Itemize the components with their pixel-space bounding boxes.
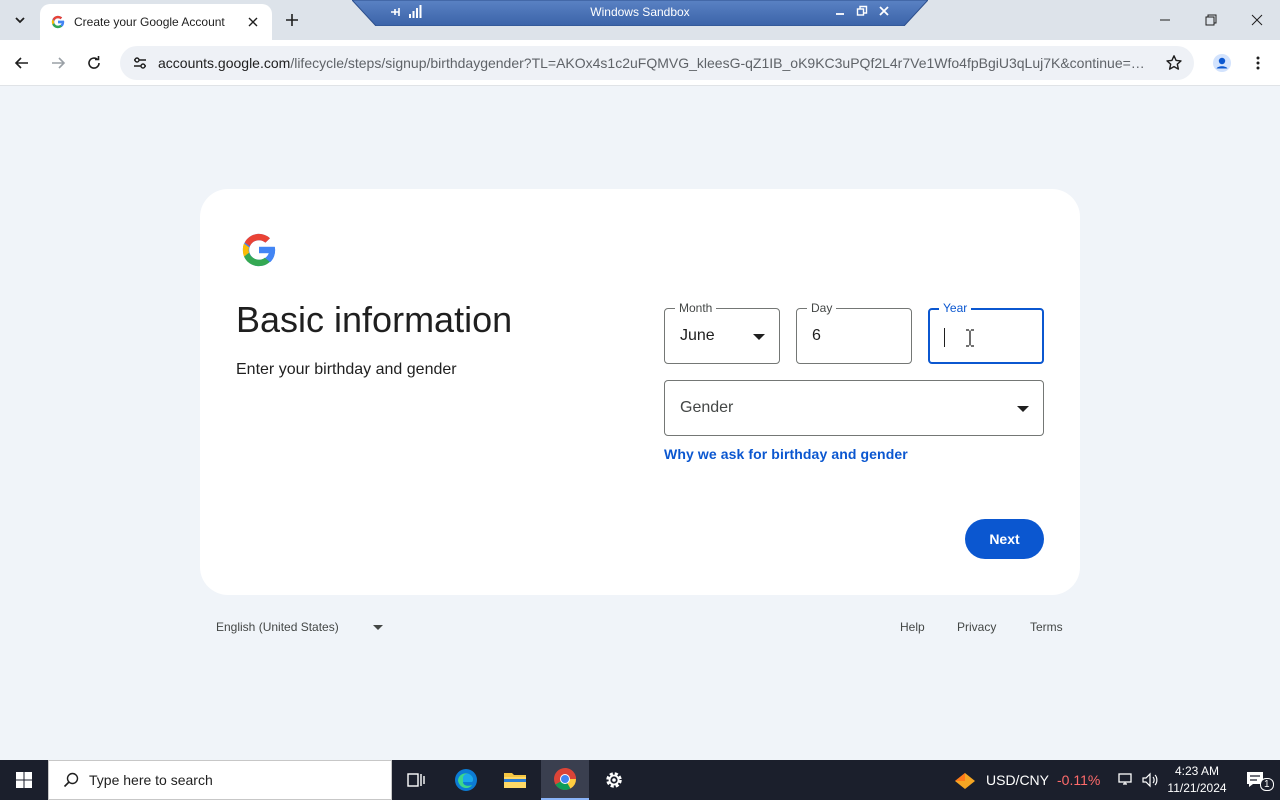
dropdown-arrow-icon [1017, 406, 1029, 412]
tab-strip: Create your Google Account Windows Sandb… [0, 0, 1280, 40]
tab-title: Create your Google Account [74, 15, 225, 29]
clock-time: 4:23 AM [1174, 764, 1220, 778]
person-icon [1213, 54, 1231, 72]
settings-taskbar-button[interactable] [590, 760, 638, 800]
window-close-button[interactable] [1235, 4, 1279, 36]
profile-button[interactable] [1206, 47, 1238, 79]
window-restore-button[interactable] [1189, 4, 1233, 36]
url-host: accounts.google.com [158, 55, 291, 71]
dropdown-arrow-icon [373, 625, 383, 630]
year-label: Year [939, 301, 972, 315]
tab-close-button[interactable] [244, 13, 262, 31]
signup-card: Basic information Enter your birthday an… [200, 189, 1080, 595]
edge-icon [455, 769, 477, 791]
menu-button[interactable] [1242, 47, 1274, 79]
chrome-taskbar-button[interactable] [541, 760, 589, 800]
back-button[interactable] [6, 47, 38, 79]
system-tray [1117, 760, 1159, 800]
day-input[interactable]: Day 6 [796, 301, 912, 364]
active-tab[interactable]: Create your Google Account [40, 4, 272, 40]
ibeam-cursor-icon [966, 329, 974, 347]
bookmark-button[interactable] [1162, 51, 1186, 75]
notification-center-button[interactable]: 1 [1232, 760, 1280, 800]
year-input[interactable]: Year [928, 301, 1044, 364]
terms-link[interactable]: Terms [1030, 620, 1063, 634]
sandbox-title-bar: Windows Sandbox [352, 0, 928, 26]
arrow-right-icon [52, 57, 66, 69]
language-select[interactable]: English (United States) [216, 620, 339, 634]
system-clock[interactable]: 4:23 AM 11/21/2024 [1160, 763, 1234, 797]
notification-count: 1 [1260, 778, 1274, 791]
page-subtitle: Enter your birthday and gender [236, 361, 457, 378]
site-info-button[interactable] [128, 51, 152, 75]
gender-placeholder: Gender [680, 399, 734, 416]
currency-change: -0.11% [1057, 772, 1101, 788]
chevron-down-icon [15, 17, 25, 24]
tab-search-button[interactable] [6, 6, 34, 34]
page-content: Basic information Enter your birthday an… [0, 86, 1280, 760]
url-path: /lifecycle/steps/signup/birthdaygender?T… [290, 55, 1152, 71]
why-we-ask-link[interactable]: Why we ask for birthday and gender [664, 446, 908, 462]
folder-icon [504, 773, 526, 788]
taskbar-search-box[interactable]: Type here to search [48, 760, 392, 800]
text-cursor [944, 328, 945, 347]
forward-button[interactable] [42, 47, 74, 79]
clock-date: 11/21/2024 [1167, 781, 1227, 795]
restore-icon [1205, 14, 1217, 26]
star-icon [1166, 55, 1182, 70]
close-icon [1251, 14, 1263, 26]
month-value: June [680, 327, 715, 344]
task-view-button[interactable] [392, 760, 440, 800]
google-favicon-icon [51, 15, 65, 29]
window-minimize-button[interactable] [1143, 4, 1187, 36]
gear-icon [606, 772, 622, 788]
file-explorer-button[interactable] [491, 760, 539, 800]
month-label: Month [675, 301, 717, 315]
stocks-icon [955, 773, 975, 789]
help-link[interactable]: Help [900, 620, 925, 634]
chrome-icon [554, 768, 576, 790]
month-select[interactable]: Month June [664, 301, 780, 364]
privacy-link[interactable]: Privacy [957, 620, 996, 634]
day-value: 6 [812, 327, 821, 344]
arrow-left-icon [14, 57, 28, 69]
page-title: Basic information [236, 299, 513, 340]
url-text: accounts.google.com/lifecycle/steps/sign… [158, 55, 1152, 71]
address-bar[interactable]: accounts.google.com/lifecycle/steps/sign… [120, 46, 1194, 80]
google-logo-icon [242, 233, 277, 267]
task-view-icon [407, 773, 425, 787]
edge-taskbar-button[interactable] [442, 760, 490, 800]
network-icon[interactable] [1117, 772, 1135, 788]
browser-toolbar: accounts.google.com/lifecycle/steps/sign… [0, 40, 1280, 86]
tune-icon [134, 57, 146, 69]
close-icon [248, 17, 258, 27]
taskbar-search-placeholder: Type here to search [89, 772, 213, 788]
reload-button[interactable] [78, 47, 110, 79]
page-footer: English (United States) Help Privacy Ter… [200, 606, 1080, 646]
windows-taskbar: Type here to search USD/CNY -0.11% 4:23 … [0, 760, 1280, 800]
close-icon[interactable] [878, 5, 890, 17]
day-label: Day [807, 301, 837, 315]
restore-icon[interactable] [856, 5, 868, 17]
currency-pair: USD/CNY [986, 772, 1050, 788]
plus-icon [286, 14, 298, 26]
search-icon [63, 772, 79, 788]
gender-select[interactable]: Gender [664, 380, 1044, 436]
minimize-icon[interactable] [834, 5, 846, 17]
more-vert-icon [1256, 56, 1260, 70]
new-tab-button[interactable] [280, 8, 304, 32]
dropdown-arrow-icon [753, 334, 765, 340]
start-button[interactable] [0, 760, 48, 800]
minimize-icon [1160, 19, 1170, 21]
volume-icon[interactable] [1141, 772, 1159, 788]
next-button[interactable]: Next [965, 519, 1044, 559]
currency-widget[interactable]: USD/CNY -0.11% [952, 760, 1100, 800]
windows-logo-icon [16, 772, 32, 788]
reload-icon [88, 56, 100, 69]
